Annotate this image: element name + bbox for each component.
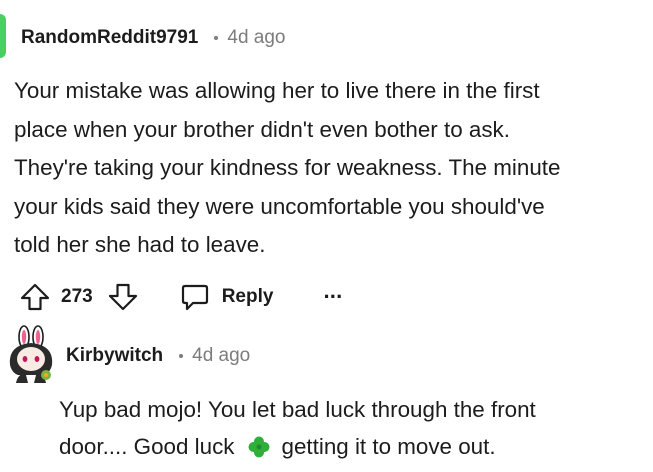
- comment-text-line: told her she had to leave.: [14, 232, 266, 257]
- separator-dot: [214, 36, 219, 40]
- downvote-arrow-icon: [108, 283, 137, 311]
- comment-thread: RandomReddit9791 4d ago Your mistake was…: [0, 0, 653, 472]
- comment-text-line: Your mistake was allowing her to live th…: [14, 78, 540, 103]
- more-options-button[interactable]: ···: [323, 284, 343, 309]
- more-dots-icon: ···: [323, 284, 343, 309]
- four-leaf-clover-icon: [248, 436, 269, 458]
- reply-button[interactable]: Reply: [180, 282, 274, 312]
- comment-text-line: door.... Good luck getting it to move ou…: [59, 428, 649, 465]
- timestamp[interactable]: 4d ago: [192, 345, 250, 367]
- comment-header: RandomReddit9791 4d ago: [21, 26, 286, 50]
- user-avatar[interactable]: [4, 325, 56, 385]
- comment-header: Kirbywitch 4d ago: [66, 344, 250, 368]
- vote-count: 273: [61, 286, 93, 307]
- comment-text-line: Yup bad mojo! You let bad luck through t…: [59, 397, 536, 422]
- comment-text-line: your kids said they were uncomfortable y…: [14, 193, 545, 219]
- comment-actions: 273 Reply ···: [20, 280, 343, 314]
- username-link[interactable]: RandomReddit9791: [21, 27, 198, 49]
- comment-text-segment: door.... Good luck: [59, 434, 235, 459]
- reply-bubble-icon: [181, 284, 208, 311]
- upvote-button[interactable]: [20, 282, 50, 312]
- comment-body: Your mistake was allowing her to live th…: [14, 72, 649, 265]
- comment-body: Yup bad mojo! You let bad luck through t…: [59, 391, 649, 465]
- comment-text-line: place when your brother didn't even both…: [14, 116, 510, 142]
- upvote-arrow-icon: [20, 283, 50, 311]
- comment-text-segment: getting it to move out.: [281, 434, 496, 459]
- downvote-button[interactable]: [108, 282, 138, 312]
- reply-label: Reply: [221, 286, 274, 307]
- comment-text-line: They're taking your kindness for weaknes…: [14, 155, 561, 180]
- timestamp[interactable]: 4d ago: [227, 27, 285, 49]
- username-link[interactable]: Kirbywitch: [66, 345, 163, 367]
- user-avatar[interactable]: [0, 14, 6, 58]
- separator-dot: [179, 354, 184, 358]
